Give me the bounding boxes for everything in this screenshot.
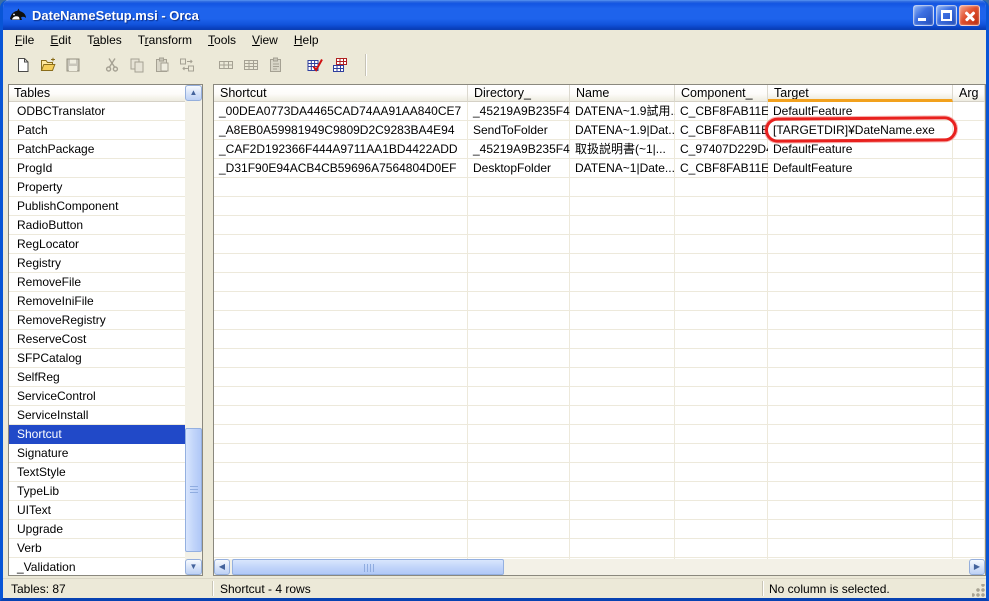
sidebar-item-removeregistry[interactable]: RemoveRegistry — [9, 311, 186, 330]
orca-whale-icon — [9, 7, 27, 23]
sidebar-item-odbctranslator[interactable]: ODBCTranslator — [9, 102, 186, 121]
grid-scrollbar-thumb[interactable] — [232, 559, 504, 575]
table-row[interactable]: _D31F90E94ACB4CB59696A7564804D0EF Deskto… — [214, 159, 985, 178]
sidebar-item-shortcut[interactable]: Shortcut — [9, 425, 186, 444]
open-file-icon[interactable] — [36, 53, 59, 76]
sidebar-item-typelib[interactable]: TypeLib — [9, 482, 186, 501]
add-table-icon[interactable] — [239, 53, 262, 76]
sidebar-item-progid[interactable]: ProgId — [9, 159, 186, 178]
scroll-right-icon[interactable]: ▶ — [969, 559, 985, 575]
column-header-name[interactable]: Name — [570, 85, 675, 102]
sidebar-item-signature[interactable]: Signature — [9, 444, 186, 463]
sidebar-item-property[interactable]: Property — [9, 178, 186, 197]
sidebar-scrollbar-thumb[interactable] — [185, 428, 202, 552]
resize-grip[interactable] — [972, 584, 985, 597]
sidebar-item-removeinifile[interactable]: RemoveIniFile — [9, 292, 186, 311]
sidebar-item-_validation[interactable]: _Validation — [9, 558, 186, 576]
toolbar-separator — [365, 54, 366, 76]
target-cell-circled[interactable]: [TARGETDIR]¥DateName.exe — [768, 121, 953, 140]
grid-horizontal-scrollbar[interactable]: ◀ ▶ — [214, 559, 985, 575]
sidebar-item-patchpackage[interactable]: PatchPackage — [9, 140, 186, 159]
orca-window: DateNameSetup.msi - Orca FileEditTablesT… — [0, 0, 989, 601]
tables-panel: Tables ODBCTranslatorPatchPatchPackagePr… — [8, 84, 203, 576]
statusbar: Tables: 87 Shortcut - 4 rows No column i… — [3, 578, 986, 598]
column-header-shortcut[interactable]: Shortcut — [214, 85, 468, 102]
sidebar-item-publishcomponent[interactable]: PublishComponent — [9, 197, 186, 216]
toolbar — [3, 51, 986, 78]
find-replace-icon[interactable] — [175, 53, 198, 76]
window-title: DateNameSetup.msi - Orca — [32, 8, 913, 23]
cut-icon[interactable] — [100, 53, 123, 76]
menu-transform[interactable]: Transform — [130, 31, 200, 50]
window-controls — [913, 5, 980, 26]
tables-column-header[interactable]: Tables — [9, 85, 186, 102]
column-header-target[interactable]: Target — [768, 85, 953, 102]
sidebar-item-reglocator[interactable]: RegLocator — [9, 235, 186, 254]
tables-list: ODBCTranslatorPatchPatchPackageProgIdPro… — [9, 102, 186, 576]
scroll-left-icon[interactable]: ◀ — [214, 559, 230, 575]
sidebar-item-textstyle[interactable]: TextStyle — [9, 463, 186, 482]
titlebar[interactable]: DateNameSetup.msi - Orca — [3, 0, 986, 30]
sidebar-item-radiobutton[interactable]: RadioButton — [9, 216, 186, 235]
view-transform-icon[interactable] — [328, 53, 351, 76]
grid-rows: _00DEA0773DA4465CAD74AA91AA840CE7 _45219… — [214, 102, 985, 178]
menu-tools[interactable]: Tools — [200, 31, 244, 50]
menu-view[interactable]: View — [244, 31, 286, 50]
sidebar-item-verb[interactable]: Verb — [9, 539, 186, 558]
copy-icon[interactable] — [125, 53, 148, 76]
sidebar-item-serviceinstall[interactable]: ServiceInstall — [9, 406, 186, 425]
shortcut-table-grid: Shortcut Directory_ Name Component_ Targ… — [213, 84, 986, 576]
maximize-button[interactable] — [936, 5, 957, 26]
minimize-button[interactable] — [913, 5, 934, 26]
column-header-arg[interactable]: Arg — [953, 85, 985, 102]
new-document-icon[interactable] — [11, 53, 34, 76]
sidebar-item-sfpcatalog[interactable]: SFPCatalog — [9, 349, 186, 368]
sidebar-item-removefile[interactable]: RemoveFile — [9, 273, 186, 292]
close-button[interactable] — [959, 5, 980, 26]
main-area: Tables ODBCTranslatorPatchPatchPackagePr… — [3, 78, 986, 578]
table-row[interactable]: _00DEA0773DA4465CAD74AA91AA840CE7 _45219… — [214, 102, 985, 121]
sidebar-item-uitext[interactable]: UIText — [9, 501, 186, 520]
scroll-up-icon[interactable]: ▲ — [185, 85, 202, 101]
sidebar-item-reservecost[interactable]: ReserveCost — [9, 330, 186, 349]
sidebar-item-patch[interactable]: Patch — [9, 121, 186, 140]
export-tables-icon[interactable] — [264, 53, 287, 76]
menu-help[interactable]: Help — [286, 31, 327, 50]
save-icon[interactable] — [61, 53, 84, 76]
sidebar-scrollbar[interactable]: ▲ ▼ — [185, 85, 202, 575]
sidebar-item-selfreg[interactable]: SelfReg — [9, 368, 186, 387]
paste-icon[interactable] — [150, 53, 173, 76]
table-row[interactable]: _CAF2D192366F444A9711AA1BD4422ADD _45219… — [214, 140, 985, 159]
sidebar-item-servicecontrol[interactable]: ServiceControl — [9, 387, 186, 406]
menubar: FileEditTablesTransformToolsViewHelp — [3, 30, 986, 51]
minimize-icon — [918, 18, 926, 21]
maximize-icon — [941, 10, 952, 21]
menu-edit[interactable]: Edit — [42, 31, 79, 50]
validate-table-icon[interactable] — [303, 53, 326, 76]
status-column-info: No column is selected. — [769, 582, 954, 596]
grid-body: _00DEA0773DA4465CAD74AA91AA840CE7 _45219… — [214, 102, 985, 560]
column-header-directory[interactable]: Directory_ — [468, 85, 570, 102]
menu-tables[interactable]: Tables — [79, 31, 130, 50]
table-row[interactable]: _A8EB0A59981949C9809D2C9283BA4E94 SendTo… — [214, 121, 985, 140]
scroll-down-icon[interactable]: ▼ — [185, 559, 202, 575]
status-row-count: Shortcut - 4 rows — [220, 582, 750, 596]
grid-header-row: Shortcut Directory_ Name Component_ Targ… — [214, 85, 985, 102]
add-row-icon[interactable] — [214, 53, 237, 76]
sidebar-item-registry[interactable]: Registry — [9, 254, 186, 273]
sidebar-item-upgrade[interactable]: Upgrade — [9, 520, 186, 539]
column-header-component[interactable]: Component_ — [675, 85, 768, 102]
status-tables-count: Tables: 87 — [11, 582, 207, 596]
menu-file[interactable]: File — [7, 31, 42, 50]
